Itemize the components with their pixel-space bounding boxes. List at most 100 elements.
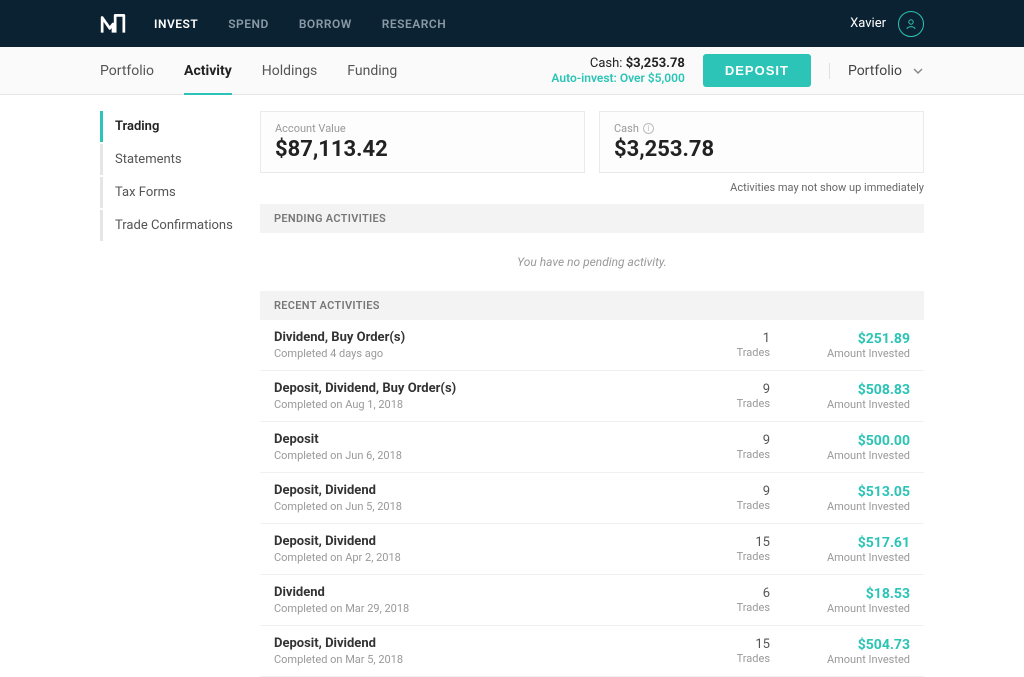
summary-cards: Account Value $87,113.42 Cash i $3,253.7…: [260, 111, 924, 173]
activity-amount-label: Amount Invested: [770, 653, 910, 666]
activity-amount-label: Amount Invested: [770, 398, 910, 411]
subheader-right: Cash: $3,253.78 Auto-invest: Over $5,000…: [551, 54, 924, 87]
activity-count: 9: [690, 484, 770, 499]
username: Xavier: [850, 16, 886, 31]
sidebar-item-trading[interactable]: Trading: [100, 111, 240, 142]
activity-count: 15: [690, 535, 770, 550]
activity-amount: $18.53: [770, 586, 910, 602]
autoinvest-value: Over $5,000: [620, 71, 685, 85]
activity-left: Deposit, Dividend Completed on Apr 2, 201…: [274, 534, 690, 564]
activity-title: Dividend, Buy Order(s): [274, 330, 690, 345]
sidebar-item-statements[interactable]: Statements: [100, 144, 240, 175]
activity-sub: Completed 4 days ago: [274, 347, 690, 360]
activity-left: Dividend Completed on Mar 29, 2018: [274, 585, 690, 615]
activity-count-label: Trades: [690, 448, 770, 461]
activity-row[interactable]: Deposit, Dividend Completed on Apr 2, 201…: [260, 524, 924, 575]
activity-amount-block: $500.00Amount Invested: [770, 433, 910, 462]
activity-trades: 9Trades: [690, 382, 770, 410]
activity-amount-label: Amount Invested: [770, 551, 910, 564]
cash-summary: Cash: $3,253.78 Auto-invest: Over $5,000: [551, 56, 684, 86]
activity-count: 6: [690, 586, 770, 601]
main: Trading Statements Tax Forms Trade Confi…: [0, 95, 1024, 677]
subheader: Portfolio Activity Holdings Funding Cash…: [0, 47, 1024, 95]
pending-header: PENDING ACTIVITIES: [260, 204, 924, 233]
deposit-button[interactable]: DEPOSIT: [703, 54, 811, 87]
activity-row[interactable]: DividendCompleted on Mar 29, 20186Trades…: [260, 575, 924, 626]
activity-trades: 15Trades: [690, 637, 770, 665]
topbar-left: INVEST SPEND BORROW RESEARCH: [100, 11, 446, 37]
activity-sub: Completed on Jun 6, 2018: [274, 449, 690, 462]
activity-amount: $508.83: [770, 382, 910, 398]
tab-portfolio[interactable]: Portfolio: [100, 47, 154, 94]
activity-row[interactable]: Deposit, DividendCompleted on Mar 5, 201…: [260, 626, 924, 677]
tab-funding[interactable]: Funding: [347, 47, 397, 94]
cash-card-label: Cash: [614, 122, 639, 135]
cash-card-label-row: Cash i: [614, 122, 909, 135]
activity-count: 9: [690, 433, 770, 448]
activity-title: Dividend: [274, 585, 690, 600]
activity-amount-label: Amount Invested: [770, 347, 910, 360]
cash-line: Cash: $3,253.78: [551, 56, 684, 72]
activity-amount-block: $508.83Amount Invested: [770, 382, 910, 411]
m1-logo-icon[interactable]: [100, 11, 126, 37]
activity-title: Deposit: [274, 432, 690, 447]
sidebar-item-tax-forms[interactable]: Tax Forms: [100, 177, 240, 208]
activity-trades: 1Trades: [690, 331, 770, 359]
activity-title: Deposit, Dividend: [274, 483, 690, 498]
topnav-spend[interactable]: SPEND: [228, 17, 269, 31]
activity-row[interactable]: Dividend, Buy Order(s) Completed 4 days a…: [260, 320, 924, 371]
activity-list: Dividend, Buy Order(s) Completed 4 days a…: [260, 320, 924, 677]
activity-count: 1: [690, 331, 770, 346]
topnav-borrow[interactable]: BORROW: [299, 17, 352, 31]
subnav: Portfolio Activity Holdings Funding: [100, 47, 397, 94]
topbar-right: Xavier: [850, 11, 924, 37]
topnav-research[interactable]: RESEARCH: [382, 17, 446, 31]
avatar[interactable]: [898, 11, 924, 37]
content: Account Value $87,113.42 Cash i $3,253.7…: [260, 111, 924, 677]
cash-card: Cash i $3,253.78: [599, 111, 924, 173]
activity-row[interactable]: Deposit, Dividend Completed on Jun 5, 201…: [260, 473, 924, 524]
activity-amount: $500.00: [770, 433, 910, 449]
activity-row[interactable]: Deposit Completed on Jun 6, 20189Trades$5…: [260, 422, 924, 473]
activity-left: Deposit Completed on Jun 6, 2018: [274, 432, 690, 462]
autoinvest-line[interactable]: Auto-invest: Over $5,000: [551, 71, 684, 85]
activity-amount: $513.05: [770, 484, 910, 500]
activity-trades: 9Trades: [690, 433, 770, 461]
activity-count: 15: [690, 637, 770, 652]
tab-activity[interactable]: Activity: [184, 47, 232, 94]
account-value-card: Account Value $87,113.42: [260, 111, 585, 173]
activity-title: Deposit, Dividend: [274, 636, 690, 651]
cash-label: Cash:: [590, 56, 623, 71]
activity-amount-label: Amount Invested: [770, 500, 910, 513]
activity-amount-block: $18.53Amount Invested: [770, 586, 910, 615]
activity-count-label: Trades: [690, 346, 770, 359]
activity-title: Deposit, Dividend, Buy Order(s): [274, 381, 690, 396]
activity-amount: $504.73: [770, 637, 910, 653]
account-value-label: Account Value: [275, 122, 570, 135]
activity-title: Deposit, Dividend: [274, 534, 690, 549]
activity-amount-block: $517.61Amount Invested: [770, 535, 910, 564]
activity-sub: Completed on Jun 5, 2018: [274, 500, 690, 513]
portfolio-selector[interactable]: Portfolio: [829, 63, 924, 79]
topnav-invest[interactable]: INVEST: [154, 17, 198, 31]
topnav: INVEST SPEND BORROW RESEARCH: [154, 17, 446, 31]
activity-amount-label: Amount Invested: [770, 602, 910, 615]
activity-row[interactable]: Deposit, Dividend, Buy Order(s) Completed…: [260, 371, 924, 422]
activity-sub: Completed on Apr 2, 2018: [274, 551, 690, 564]
sidebar-item-trade-confirmations[interactable]: Trade Confirmations: [100, 210, 240, 241]
account-value: $87,113.42: [275, 137, 570, 162]
activity-left: Dividend, Buy Order(s) Completed 4 days a…: [274, 330, 690, 360]
cash-value: $3,253.78: [626, 56, 685, 71]
sidebar: Trading Statements Tax Forms Trade Confi…: [100, 111, 240, 677]
autoinvest-label: Auto-invest:: [551, 71, 616, 85]
cash-card-value: $3,253.78: [614, 137, 909, 162]
pending-empty: You have no pending activity.: [260, 233, 924, 291]
activity-sub: Completed on Mar 29, 2018: [274, 602, 690, 615]
activity-sub: Completed on Aug 1, 2018: [274, 398, 690, 411]
activity-amount-block: $513.05Amount Invested: [770, 484, 910, 513]
topbar: INVEST SPEND BORROW RESEARCH Xavier: [0, 0, 1024, 47]
recent-header: RECENT ACTIVITIES: [260, 291, 924, 320]
info-icon[interactable]: i: [643, 123, 654, 134]
tab-holdings[interactable]: Holdings: [262, 47, 318, 94]
activity-left: Deposit, Dividend, Buy Order(s) Completed…: [274, 381, 690, 411]
